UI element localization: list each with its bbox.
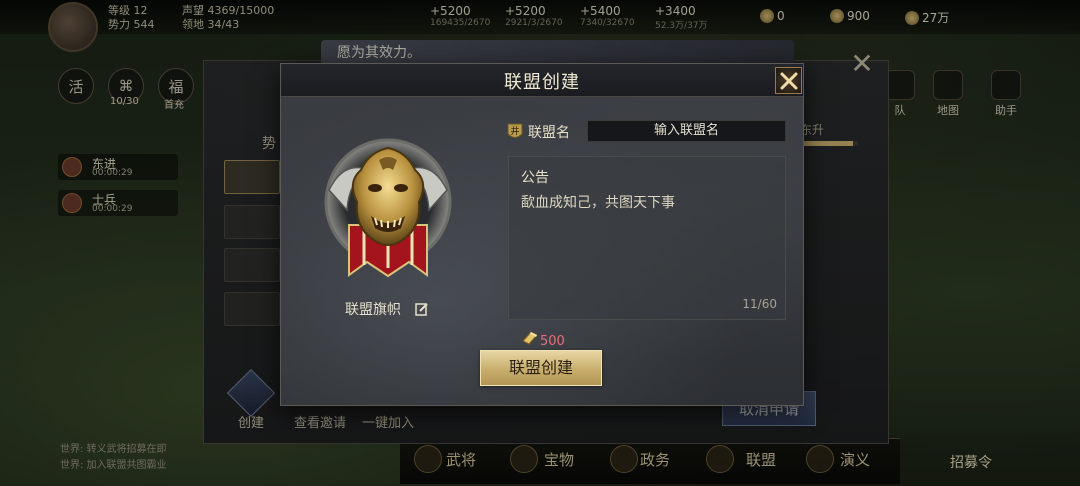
alliance-create-modal: 联盟创建 联盟旗帜 井 联盟名 输入联盟名 公告 歃血成知己，共图天下事 11/… bbox=[280, 63, 804, 406]
announcement-title: 公告 bbox=[521, 170, 549, 186]
close-icon bbox=[780, 72, 797, 89]
alliance-name-input[interactable]: 输入联盟名 bbox=[587, 120, 786, 142]
modal-close-button[interactable] bbox=[775, 67, 802, 94]
modal-title: 联盟创建 bbox=[504, 72, 580, 93]
announcement-text: 歃血成知己，共图天下事 bbox=[521, 195, 675, 211]
modal-header: 联盟创建 bbox=[281, 64, 803, 97]
alliance-emblem-dragon-icon[interactable] bbox=[309, 130, 467, 282]
announcement-textarea[interactable]: 公告 歃血成知己，共图天下事 11/60 bbox=[508, 156, 786, 320]
gold-ingot-icon bbox=[522, 331, 538, 345]
create-cost: 500 bbox=[540, 334, 565, 349]
create-alliance-button[interactable]: 联盟创建 bbox=[480, 350, 602, 386]
edit-icon[interactable] bbox=[415, 302, 429, 316]
banner-label: 联盟旗帜 bbox=[345, 302, 401, 318]
svg-text:井: 井 bbox=[510, 125, 519, 137]
alliance-badge-icon: 井 bbox=[507, 123, 523, 138]
announcement-char-count: 11/60 bbox=[742, 297, 777, 311]
alliance-name-label: 联盟名 bbox=[528, 125, 570, 141]
